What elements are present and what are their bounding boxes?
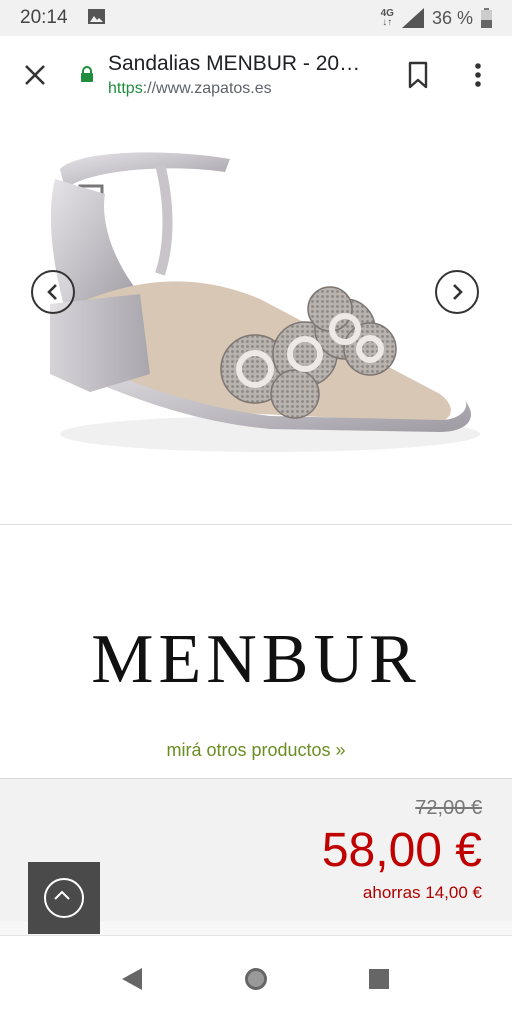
close-icon[interactable]	[22, 62, 48, 88]
carousel-next-button[interactable]	[435, 270, 479, 314]
chevron-right-icon	[453, 284, 463, 300]
network-type-icon: 4G ↓↑	[380, 8, 394, 28]
chevron-left-icon	[47, 284, 57, 300]
url-host: ://www.zapatos.es	[142, 80, 272, 97]
product-image	[50, 152, 480, 452]
browser-toolbar: Sandalias MENBUR - 20… https://www.zapat…	[0, 36, 512, 115]
url-scheme: https	[108, 80, 143, 97]
recent-apps-icon[interactable]	[368, 968, 390, 990]
status-time: 20:14	[20, 7, 68, 28]
savings-text: ahorras 14,00 €	[362, 883, 482, 902]
battery-percent: 36 %	[431, 7, 473, 28]
bookmark-icon[interactable]	[406, 60, 430, 90]
home-icon[interactable]	[243, 966, 269, 992]
back-icon[interactable]	[120, 966, 144, 992]
image-notification-icon	[88, 9, 105, 24]
system-nav-bar	[0, 936, 512, 1024]
status-bar: 20:14 4G ↓↑ 36 %	[0, 0, 512, 36]
status-icons: 4G ↓↑ 36 %	[381, 6, 492, 30]
signal-icon	[401, 8, 424, 28]
url-text[interactable]: https://www.zapatos.es	[108, 80, 272, 98]
page-title: Sandalias MENBUR - 20…	[108, 52, 361, 75]
current-price: 58,00 €	[321, 824, 482, 877]
more-vert-icon[interactable]	[468, 60, 488, 90]
product-image-carousel	[0, 114, 512, 525]
old-price: 72,00 €	[415, 797, 482, 819]
carousel-prev-button[interactable]	[31, 270, 75, 314]
scroll-to-top-button[interactable]	[28, 862, 100, 934]
other-products-link[interactable]: mirá otros productos »	[0, 740, 512, 761]
chevron-up-icon	[44, 878, 84, 918]
lock-icon	[81, 66, 93, 82]
brand-logo[interactable]: MENBUR	[0, 620, 512, 700]
battery-icon	[481, 8, 492, 28]
